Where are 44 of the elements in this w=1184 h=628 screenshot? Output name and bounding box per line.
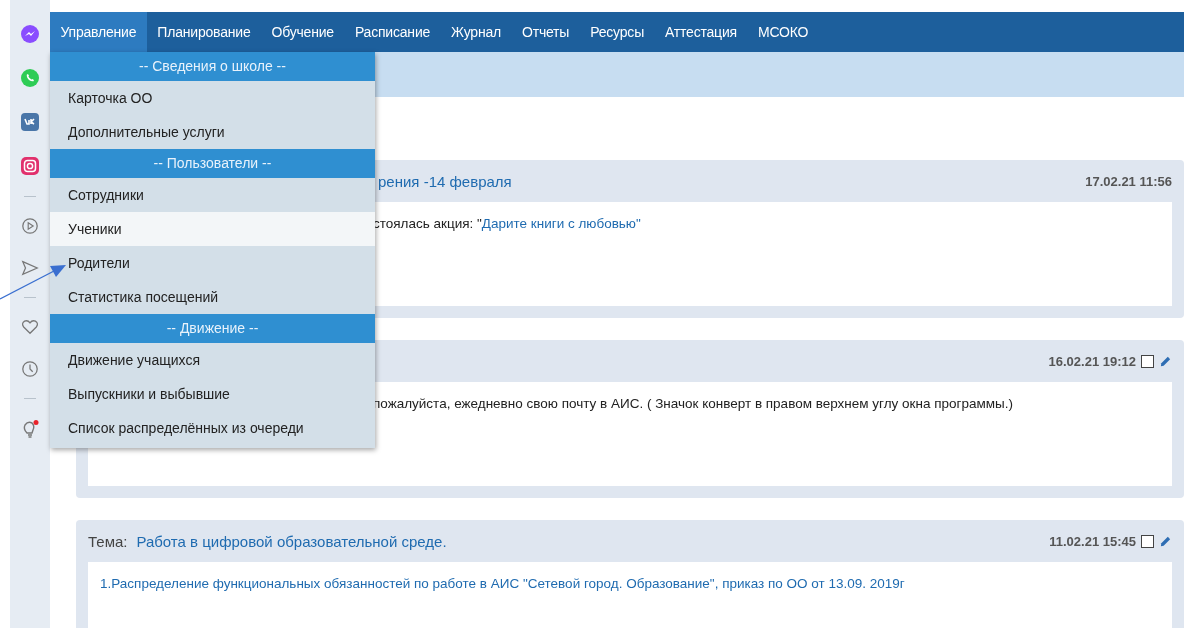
post-date: 17.02.21 11:56	[1085, 173, 1172, 189]
post-date: 11.02.21 15:45	[1049, 533, 1136, 549]
checkbox[interactable]	[1141, 534, 1154, 548]
menu-tab[interactable]: Планирование	[146, 12, 261, 52]
menu-section-header: -- Пользователи --	[50, 149, 375, 178]
post-link[interactable]: 1.Распределение функциональных обязанностей по работе в АИС "Сетевой город. Образование", приказ по ОО от 13.09. 2019г	[100, 576, 905, 591]
checkbox[interactable]	[1141, 354, 1154, 368]
menu-item[interactable]: Карточка ОО	[50, 81, 375, 115]
menu-section-header: -- Движение --	[50, 314, 375, 343]
menu-tab[interactable]: Отчеты	[511, 12, 580, 52]
heart-icon[interactable]	[21, 318, 39, 336]
menu-item[interactable]: Родители	[50, 246, 375, 280]
post-title[interactable]: Работа в цифровой образовательной среде.	[136, 532, 447, 550]
pencil-icon[interactable]	[1159, 354, 1172, 368]
menu-tab[interactable]: Расписание	[344, 12, 441, 52]
pencil-icon[interactable]	[1159, 534, 1172, 548]
menu-tab[interactable]: Журнал	[440, 12, 512, 52]
menu-tab[interactable]: Ресурсы	[579, 12, 655, 52]
menu-tab[interactable]: МСОКО	[747, 12, 819, 52]
menu-tab[interactable]: Аттестация	[654, 12, 748, 52]
menu-section-header: -- Сведения о школе --	[50, 52, 375, 81]
menu-item[interactable]: Список распределённых из очереди	[50, 411, 375, 445]
menu-item[interactable]: Движение учащихся	[50, 343, 375, 377]
post-title[interactable]: рения -14 февраля	[378, 172, 512, 190]
camera-icon[interactable]	[20, 156, 40, 176]
menu-tab[interactable]: Обучение	[261, 12, 345, 52]
menu-item[interactable]: Ученики	[50, 212, 375, 246]
post-text: пожалуйста, ежедневно свою почту в АИС. ( Значок конверт в правом верхнем углу окна программы.)	[373, 396, 1014, 411]
play-icon[interactable]	[21, 217, 39, 235]
vk-icon[interactable]	[20, 112, 40, 132]
menu-item[interactable]: Выпускники и выбывшие	[50, 377, 375, 411]
arrow-drawing	[0, 262, 66, 300]
topic-label: Тема:	[88, 532, 128, 550]
post-text: стоялась акция: "Дарите книги с любовью"	[373, 216, 642, 231]
post-date: 16.02.21 19:12	[1048, 353, 1136, 369]
post-link[interactable]: Дарите книги с любовью"	[481, 216, 641, 231]
menu-item[interactable]: Дополнительные услуги	[50, 115, 375, 149]
menu-item[interactable]: Сотрудники	[50, 178, 375, 212]
phone-bubble-icon[interactable]	[20, 68, 40, 88]
menu-tab[interactable]: Управление	[50, 12, 147, 52]
clock-icon[interactable]	[21, 360, 39, 378]
chat-bubble-icon[interactable]	[20, 24, 40, 44]
send-icon[interactable]	[21, 259, 39, 277]
menu-item[interactable]: Статистика посещений	[50, 280, 375, 314]
